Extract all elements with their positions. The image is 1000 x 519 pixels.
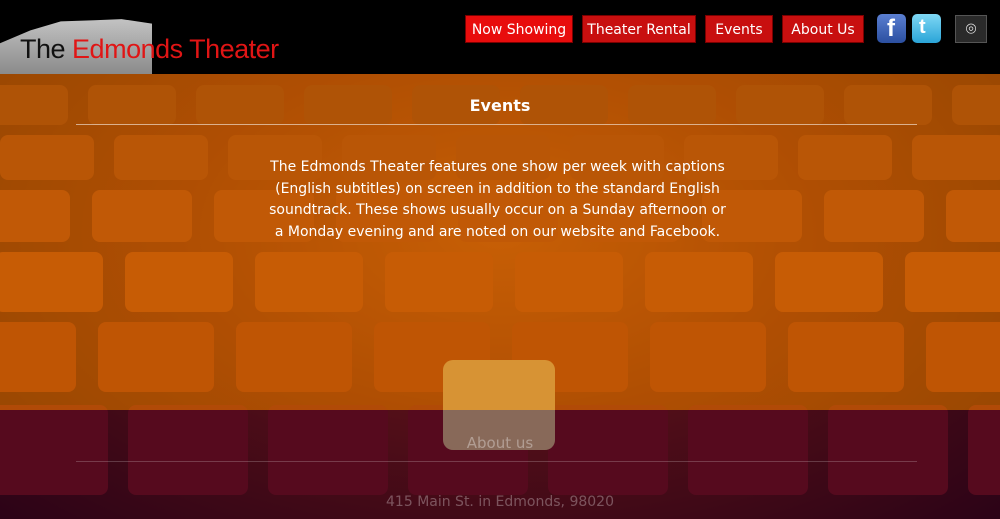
about-address: 415 Main St. in Edmonds, 98020 <box>386 494 614 510</box>
events-body: The Edmonds Theater features one show pe… <box>269 159 726 240</box>
about-divider <box>76 461 917 462</box>
nav-theater-rental[interactable]: Theater Rental <box>582 15 696 43</box>
site-logo[interactable]: The Edmonds Theater <box>0 18 330 74</box>
logo-text: The Edmonds Theater <box>20 34 279 65</box>
nav-about-us[interactable]: About Us <box>782 15 864 43</box>
instagram-icon[interactable]: ◎ <box>955 15 987 43</box>
facebook-icon[interactable]: f <box>877 14 906 43</box>
twitter-glyph: t <box>919 16 926 38</box>
twitter-icon[interactable]: t <box>912 14 941 43</box>
logo-the: The <box>20 34 66 64</box>
nav-now-showing[interactable]: Now Showing <box>465 15 573 43</box>
events-section: Events The Edmonds Theater features one … <box>0 74 1000 410</box>
events-title: Events <box>469 96 531 115</box>
events-divider <box>76 124 917 125</box>
nav-events[interactable]: Events <box>705 15 773 43</box>
site-header: The Edmonds Theater Now Showing Theater … <box>0 0 1000 74</box>
about-section: About us 415 Main St. in Edmonds, 98020 <box>0 410 1000 519</box>
logo-name: Edmonds Theater <box>72 34 279 64</box>
facebook-glyph: f <box>887 15 895 42</box>
about-title: About us <box>466 434 534 452</box>
